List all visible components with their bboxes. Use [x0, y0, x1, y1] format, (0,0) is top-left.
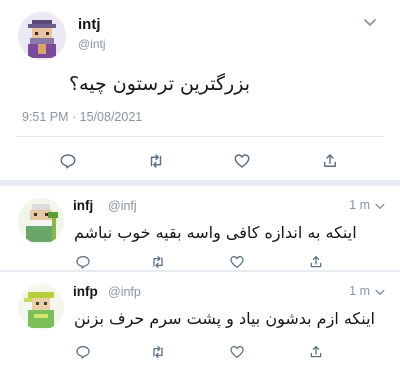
reply-button[interactable] — [58, 151, 78, 171]
share-icon — [310, 346, 322, 358]
tweet-timestamp[interactable]: 9:51 PM · 15/08/2021 — [22, 110, 142, 124]
chevron-down-icon[interactable] — [362, 14, 378, 30]
avatar[interactable] — [18, 198, 64, 244]
reply-icon — [76, 346, 90, 359]
main-tweet: intj @intj بزرگترین ترستون چیه؟ 9:51 PM … — [0, 0, 400, 180]
retweet-button[interactable] — [148, 342, 168, 362]
avatar[interactable] — [18, 12, 66, 60]
reply-tweet: infj @infj 1 m اینکه به اندازه کافی واسه… — [0, 186, 400, 270]
share-button[interactable] — [306, 252, 326, 272]
reply-button[interactable] — [73, 252, 93, 272]
chevron-down-icon[interactable] — [374, 199, 386, 211]
reply-icon — [76, 256, 90, 269]
tweet-actions — [0, 151, 400, 177]
retweet-icon — [153, 256, 163, 268]
author-handle[interactable]: @infj — [108, 199, 137, 213]
like-button[interactable] — [232, 151, 252, 171]
share-button[interactable] — [306, 342, 326, 362]
heart-icon — [230, 346, 244, 358]
like-button[interactable] — [227, 252, 247, 272]
reply-text: اینکه ازم بدشون بیاد و پشت سرم حرف بزنن — [74, 309, 375, 328]
author-name[interactable]: intj — [78, 16, 101, 33]
share-icon — [324, 154, 336, 167]
heart-icon — [234, 154, 250, 168]
author-handle[interactable]: @intj — [78, 37, 106, 51]
divider — [16, 136, 384, 137]
author-handle[interactable]: @infp — [108, 285, 141, 299]
retweet-icon — [153, 346, 163, 358]
retweet-icon — [150, 154, 162, 168]
reply-text: اینکه به اندازه کافی واسه بقیه خوب نباشم — [74, 223, 357, 242]
pixel-art-elf-avatar — [18, 284, 64, 330]
reply-time[interactable]: 1 m — [349, 284, 370, 298]
avatar[interactable] — [18, 284, 64, 330]
reply-icon — [60, 154, 76, 169]
author-name[interactable]: infj — [73, 198, 93, 213]
author-name[interactable]: infp — [73, 284, 98, 299]
like-button[interactable] — [227, 342, 247, 362]
tweet-text: بزرگترین ترستون چیه؟ — [69, 73, 250, 95]
share-button[interactable] — [320, 151, 340, 171]
pixel-art-sage-avatar — [18, 198, 64, 244]
chevron-down-icon[interactable] — [374, 285, 386, 297]
pixel-art-wizard-avatar — [18, 12, 66, 60]
reply-tweet: infp @infp 1 m اینکه ازم بدشون بیاد و پش… — [0, 272, 400, 368]
share-icon — [310, 256, 322, 268]
reply-button[interactable] — [73, 342, 93, 362]
reply-time[interactable]: 1 m — [349, 198, 370, 212]
reply-actions — [0, 342, 400, 368]
retweet-button[interactable] — [148, 252, 168, 272]
heart-icon — [230, 256, 244, 268]
retweet-button[interactable] — [146, 151, 166, 171]
